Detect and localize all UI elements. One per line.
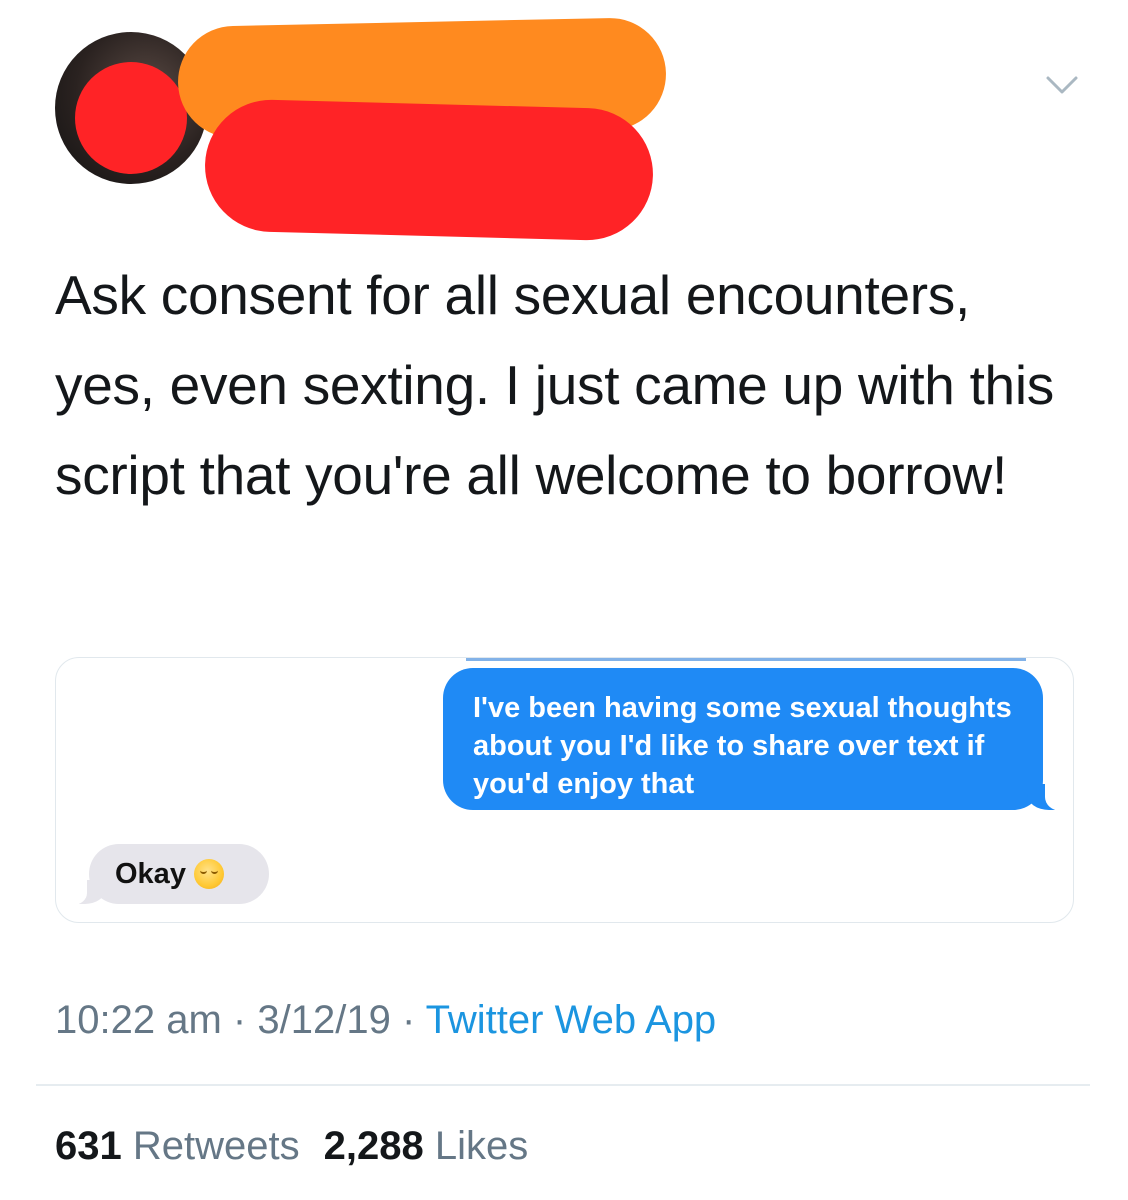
tweet-meta: 10:22 am · 3/12/19 · Twitter Web App (55, 994, 716, 1046)
likes-link[interactable]: 2,288 Likes (324, 1124, 529, 1168)
divider (36, 1084, 1090, 1086)
likes-label: Likes (434, 1124, 529, 1168)
tweet-stats: 631 Retweets 2,288 Likes (55, 1120, 528, 1172)
retweets-label: Retweets (132, 1124, 300, 1168)
retweets-link[interactable]: 631 Retweets (55, 1124, 300, 1168)
tweet-text: Ask consent for all sexual encounters, y… (55, 264, 1054, 506)
image-top-edge (466, 658, 1026, 661)
received-message-bubble: Okay (65, 844, 269, 905)
received-message-text: Okay (115, 858, 186, 890)
handle-redaction (203, 98, 655, 242)
attached-image[interactable]: I've been having some sexual thoughts ab… (55, 657, 1074, 923)
meta-separator: · (232, 998, 247, 1042)
tweet-date[interactable]: 3/12/19 (257, 998, 390, 1042)
sent-message-text: I've been having some sexual thoughts ab… (473, 692, 1012, 800)
chevron-down-icon[interactable] (1042, 70, 1082, 100)
relieved-face-emoji-icon (193, 859, 224, 889)
tweet-time[interactable]: 10:22 am (55, 998, 222, 1042)
sent-message-bubble: I've been having some sexual thoughts ab… (443, 668, 1069, 811)
avatar-redaction (75, 62, 187, 174)
retweets-count: 631 (55, 1124, 122, 1168)
tweet-source-link[interactable]: Twitter Web App (426, 998, 717, 1042)
likes-count: 2,288 (323, 1124, 424, 1168)
meta-separator: · (401, 998, 416, 1042)
